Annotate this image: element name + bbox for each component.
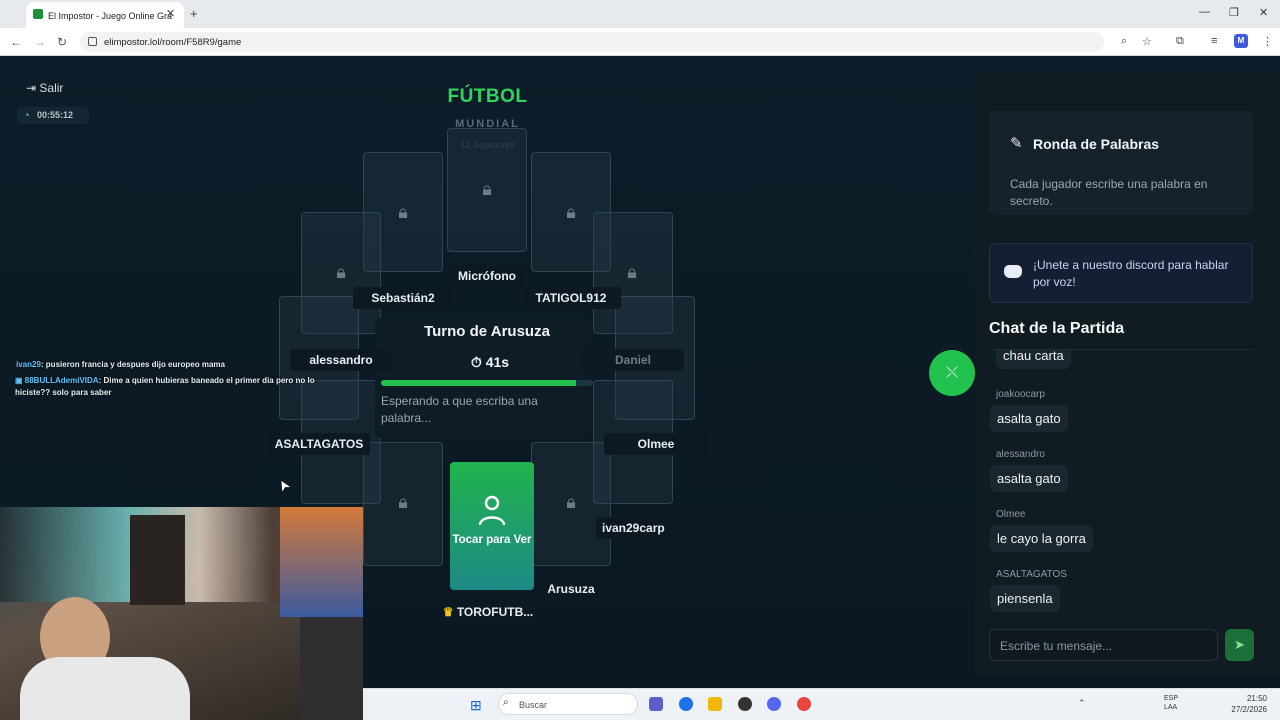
language-indicator[interactable]: ESP LAA <box>1164 694 1184 712</box>
lock-icon: 🔒︎ <box>398 202 408 222</box>
chat-messages[interactable]: chau carta joakoocarp asalta gato alessa… <box>989 350 1253 620</box>
stream-chat-line: ▣ 88BULLAdemiVIDA: Dime a quien hubieras… <box>15 376 315 397</box>
timer-icon: ◔ <box>24 110 30 120</box>
player-label: Olmee <box>604 433 708 455</box>
search-icon: ⌕ <box>503 697 509 708</box>
forward-icon[interactable]: → <box>34 35 46 49</box>
round-title: Ronda de Palabras <box>1033 136 1160 152</box>
webcam-overlay <box>0 507 363 720</box>
exit-button[interactable]: ⇥ Salir <box>26 81 63 95</box>
start-icon[interactable]: ⊞ <box>470 697 482 714</box>
exit-icon: ⇥ <box>26 81 40 95</box>
badge-icon: ▣ <box>15 376 25 385</box>
category-title: FÚTBOL <box>447 86 528 107</box>
reveal-word-card[interactable] <box>450 462 534 590</box>
chat-message-text: asalta gato <box>990 465 1068 492</box>
turn-countdown: ⏱ 41s <box>440 354 540 371</box>
tray-chevron-icon[interactable]: ⌃ <box>1078 698 1086 709</box>
browser-tab[interactable]: El Impostor - Juego Online Gra <box>26 2 184 28</box>
player-label: ivan29carp <box>596 517 670 539</box>
minimize-icon[interactable]: — <box>1199 6 1210 18</box>
crown-icon: ♛ <box>442 605 457 619</box>
window-close-icon[interactable]: ✕ <box>1259 6 1268 19</box>
player-label: ASALTAGATOS <box>268 433 370 455</box>
lock-icon: 🔒︎ <box>566 202 576 222</box>
profile-avatar[interactable]: M <box>1234 34 1248 48</box>
chat-message-text: asalta gato <box>990 405 1068 432</box>
menu-dots-icon[interactable]: ⋮ <box>1262 35 1273 48</box>
reveal-word-label: Tocar para Ver <box>452 534 532 546</box>
player-label: Sebastián2 <box>353 287 453 309</box>
chrome-icon[interactable] <box>679 697 693 711</box>
clock[interactable]: 21:50 27/2/2026 <box>1217 693 1267 715</box>
chat-message-user: ASALTAGATOS <box>996 569 1067 580</box>
player-label: Arusuza <box>520 578 622 600</box>
folder-icon[interactable] <box>708 697 722 711</box>
turn-progress-fill <box>381 380 577 386</box>
lock-icon: 🔒︎ <box>482 179 492 199</box>
taskbar-search[interactable]: Buscar <box>498 693 638 715</box>
lock-icon: 🔒︎ <box>566 492 576 512</box>
lock-icon: 🔒︎ <box>336 262 346 282</box>
media-control-icon[interactable]: ≡ <box>1211 35 1217 47</box>
chat-message-text: le cayo la gorra <box>990 525 1093 552</box>
teams-icon[interactable] <box>649 697 663 711</box>
player-label-host: ♛ TOROFUTB... <box>436 601 540 623</box>
zoom-icon[interactable]: ⌕ <box>1121 35 1127 48</box>
lock-icon: 🔒︎ <box>398 492 408 512</box>
restore-icon[interactable]: ❐ <box>1229 6 1239 19</box>
obs-icon[interactable] <box>738 697 752 711</box>
player-label: Daniel <box>582 349 684 371</box>
bookmark-star-icon[interactable]: ☆ <box>1142 35 1152 48</box>
exit-label: Salir <box>39 81 64 95</box>
chat-message-user: Olmee <box>996 509 1026 520</box>
stream-chat-line: ivan29: pusieron francia y despues dijo … <box>16 360 225 369</box>
chat-title: Chat de la Partida <box>989 320 1125 337</box>
tab-close-icon[interactable]: ✕ <box>166 7 175 20</box>
discord-icon <box>1004 265 1022 278</box>
user-icon <box>478 495 506 526</box>
app-icon[interactable] <box>797 697 811 711</box>
lock-icon: 🔒︎ <box>627 262 637 282</box>
round-description: Cada jugador escribe una palabra en secr… <box>1010 177 1208 208</box>
back-icon[interactable]: ← <box>10 35 22 49</box>
chat-message-text: chau carta <box>996 350 1071 369</box>
send-icon[interactable]: ➤ <box>1225 629 1254 661</box>
chat-input[interactable]: Escribe tu mensaje... <box>989 629 1218 661</box>
collapse-button[interactable]: ⤬ <box>929 350 975 396</box>
discord-text[interactable]: ¡Unete a nuestro discord para hablar por… <box>1033 257 1243 291</box>
turn-progress-bar <box>381 380 593 386</box>
chat-message-user: alessandro <box>996 449 1045 460</box>
collapse-icon: ⤬ <box>945 364 958 381</box>
discord-app-icon[interactable] <box>767 697 781 711</box>
extensions-icon[interactable]: ⧉ <box>1176 35 1184 48</box>
stopwatch-icon: ⏱ <box>470 354 486 370</box>
player-label: Micrófono <box>448 265 526 287</box>
site-info-icon[interactable] <box>88 37 97 46</box>
chat-message-user: joakoocarp <box>996 389 1045 400</box>
chat-message-text: piensenla <box>990 585 1060 612</box>
tab-favicon-icon <box>33 9 43 19</box>
pencil-icon: ✎ <box>1010 135 1023 152</box>
turn-title: Turno de Arusuza <box>424 323 550 340</box>
new-tab-button[interactable]: + <box>190 6 198 21</box>
address-bar[interactable]: elimpostor.lol/room/F58R9/game <box>80 32 1104 52</box>
reload-icon[interactable]: ↻ <box>57 35 67 49</box>
waiting-text: Esperando a que escriba una palabra... <box>381 394 538 425</box>
countdown-value: 41s <box>485 354 510 370</box>
player-label: alessandro <box>290 349 392 371</box>
player-label: TATIGOL912 <box>521 287 621 309</box>
